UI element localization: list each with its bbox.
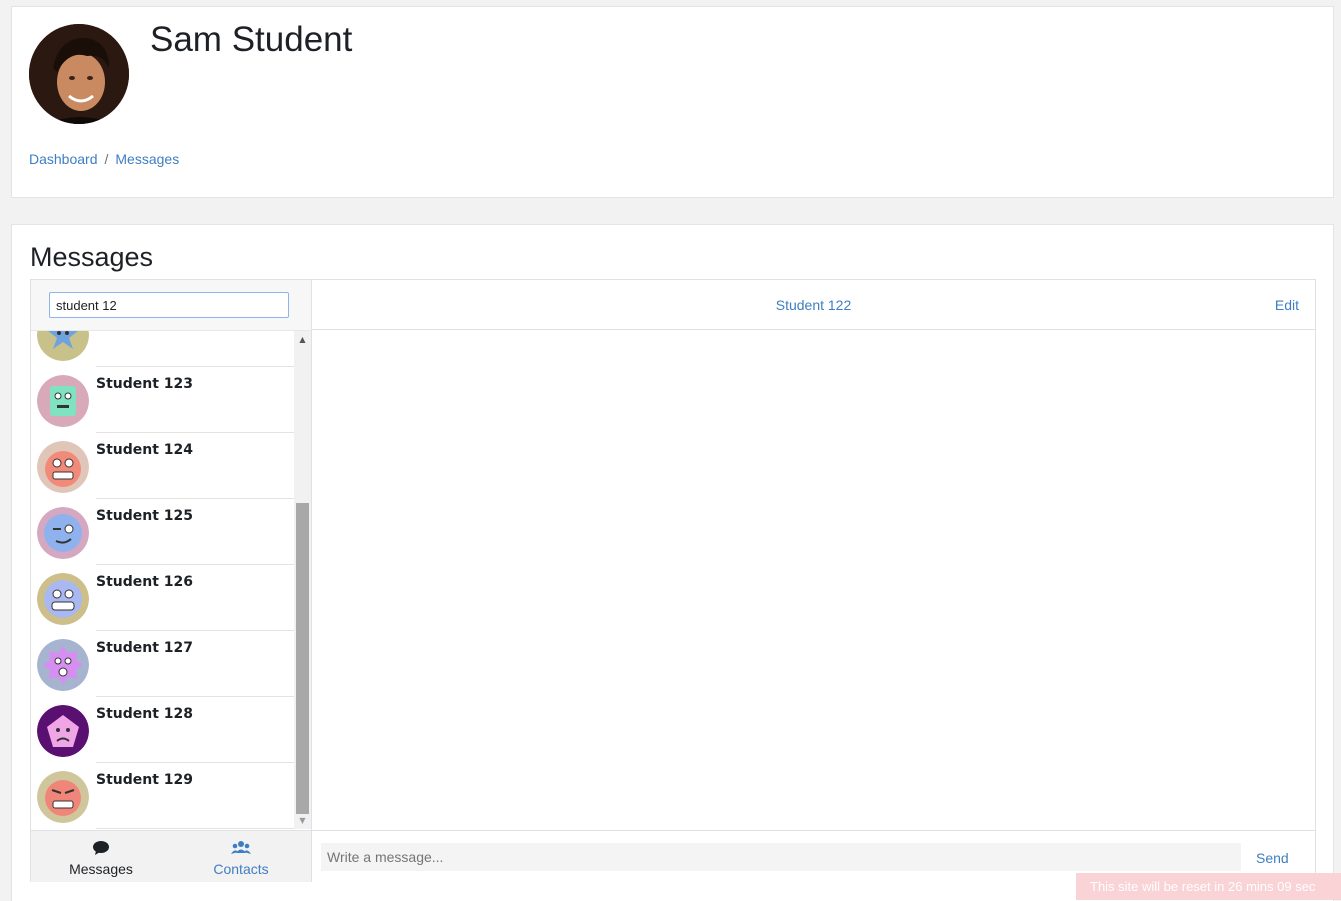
reset-notice-banner: This site will be reset in 26 mins 09 se… [1076,873,1341,900]
speech-bubble-icon [93,841,109,855]
breadcrumb-messages-link[interactable]: Messages [115,151,179,167]
tab-messages[interactable]: Messages [31,831,171,882]
list-item[interactable]: Student 129 [31,763,294,829]
conversation-panel: Student 122 Edit Send [312,280,1315,882]
tab-contacts-label: Contacts [213,861,269,877]
search-bar [31,280,311,331]
contact-name: Student 129 [96,772,194,788]
red-grimace-face-icon [37,771,89,823]
search-input[interactable] [49,292,289,318]
list-item[interactable]: Student 124 [31,433,294,499]
scroll-up-arrow-icon[interactable]: ▲ [294,331,311,348]
list-item[interactable]: Student 126 [31,565,294,631]
blue-star-face-icon [37,331,89,361]
divider [96,828,294,829]
contact-list: Student 123 Student 124 Student 125 Stud… [31,331,294,829]
page-title: Messages [30,242,154,272]
send-button[interactable]: Send [1256,850,1289,866]
avatar[interactable] [29,24,129,124]
breadcrumb-separator: / [104,151,109,167]
tab-messages-label: Messages [69,861,133,877]
users-icon [231,841,251,854]
list-item[interactable]: Student 125 [31,499,294,565]
purple-gear-face-icon [37,639,89,691]
contact-name: Student 124 [96,442,194,458]
edit-button[interactable]: Edit [1275,297,1299,313]
contact-list-scrollbar[interactable]: ▲ ▼ [294,331,311,829]
message-input[interactable] [321,843,1241,871]
breadcrumb-dashboard-link[interactable]: Dashboard [29,151,98,167]
list-item[interactable] [31,331,294,367]
conversation-messages [312,330,1315,830]
contact-name: Student 126 [96,574,194,590]
messaging-area: Student 123 Student 124 Student 125 [30,279,1316,882]
panel-tabs: Messages Contacts [31,830,311,882]
conversation-header: Student 122 Edit [312,280,1315,330]
list-item[interactable]: Student 123 [31,367,294,433]
scrollbar-thumb[interactable] [296,503,309,814]
green-square-face-icon [37,375,89,427]
red-grin-glasses-icon [37,441,89,493]
page-heading-user-name: Sam Student [150,20,353,59]
list-item[interactable]: Student 128 [31,697,294,763]
contact-name: Student 128 [96,706,194,722]
pink-pentagon-face-icon [37,705,89,757]
contact-name: Student 125 [96,508,194,524]
contacts-panel: Student 123 Student 124 Student 125 [31,280,312,882]
contact-name: Student 123 [96,376,194,392]
tab-contacts[interactable]: Contacts [171,831,311,882]
conversation-title[interactable]: Student 122 [312,297,1315,313]
user-avatar-image [29,24,129,124]
blue-wink-face-icon [37,507,89,559]
blue-grin-face-icon [37,573,89,625]
contact-name: Student 127 [96,640,194,656]
scroll-down-arrow-icon[interactable]: ▼ [294,812,311,829]
list-item[interactable]: Student 127 [31,631,294,697]
breadcrumb: Dashboard / Messages [29,151,179,167]
